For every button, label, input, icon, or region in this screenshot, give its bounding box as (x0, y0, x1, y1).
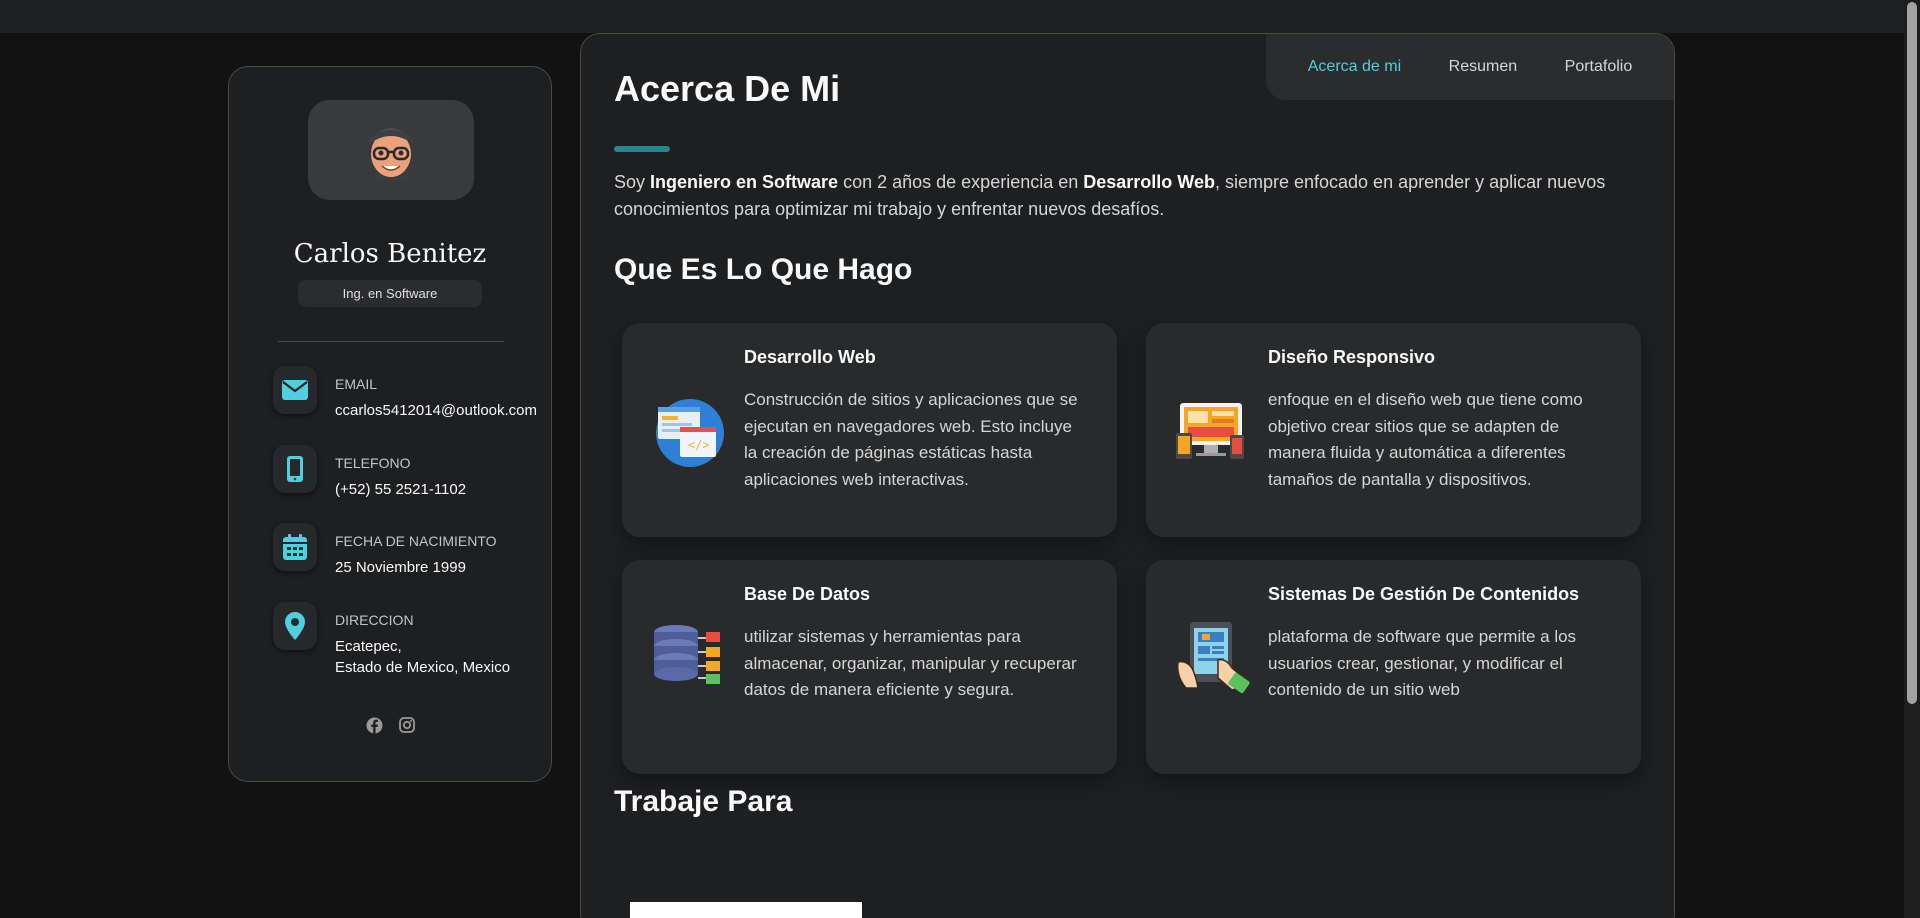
profile-role-badge: Ing. en Software (298, 280, 482, 307)
contact-email: EMAIL ccarlos5412014@outlook.com (273, 366, 553, 426)
service-description: utilizar sistemas y herramientas para al… (744, 627, 1077, 699)
profile-sidebar: Carlos Benitez Ing. en Software EMAIL cc… (228, 66, 552, 782)
service-title: Desarrollo Web (744, 347, 876, 367)
nav-resume[interactable]: Resumen (1449, 58, 1517, 76)
social-links (229, 717, 551, 739)
address-line-2: Estado de Mexico, Mexico (335, 659, 511, 676)
memoji-avatar-icon (369, 128, 413, 182)
birthdate-value: 25 Noviembre 1999 (335, 559, 466, 576)
about-text: Soy Ingeniero en Software con 2 años de … (614, 172, 1606, 219)
instagram-icon[interactable] (398, 717, 415, 739)
work-title: Trabaje Para (614, 785, 793, 818)
contact-address: DIRECCION Ecatepec, Estado de Mexico, Me… (273, 602, 553, 676)
scrollbar[interactable] (1904, 0, 1920, 918)
service-card: Diseño Responsivo enfoque en el diseño w… (1146, 323, 1641, 537)
page-title: Acerca De Mi (614, 68, 841, 109)
email-link[interactable]: ccarlos5412014@outlook.com (335, 400, 537, 421)
contact-label: EMAIL (335, 376, 378, 392)
services-title: Que Es Lo Que Hago (614, 253, 913, 286)
service-title: Base De Datos (744, 584, 871, 604)
sidebar-divider (278, 341, 504, 342)
nav-about[interactable]: Acerca de mi (1308, 58, 1401, 76)
title-accent-bar (614, 146, 670, 152)
service-card: </> Desarrollo Web Construcción de sitio… (622, 323, 1117, 537)
avatar (308, 100, 474, 200)
contact-label: TELEFONO (335, 455, 411, 471)
service-title: Diseño Responsivo (1268, 347, 1436, 367)
profile-name: Carlos Benitez (293, 239, 487, 269)
service-card: Sistemas De Gestión De Contenidos plataf… (1146, 560, 1641, 774)
contact-label: DIRECCION (335, 612, 414, 628)
browser-top-bar (0, 0, 1920, 33)
address-value: Ecatepec, Estado de Mexico, Mexico (335, 636, 510, 678)
service-description: plataforma de software que permite a los… (1268, 627, 1577, 699)
responsive-devices-icon (1174, 393, 1250, 469)
location-pin-icon (273, 602, 317, 650)
cms-tablet-icon (1174, 618, 1250, 694)
address-line-1: Ecatepec, (335, 638, 402, 655)
calendar-icon (273, 523, 317, 571)
service-description: Construcción de sitios y aplicaciones qu… (744, 390, 1078, 489)
service-card: Base De Datos utilizar sistemas y herram… (622, 560, 1117, 774)
facebook-icon[interactable] (366, 717, 383, 739)
svg-text:</>: </> (688, 438, 710, 452)
phone-icon (273, 445, 317, 493)
main-content: Acerca de mi Resumen Portafolio Acerca D… (580, 33, 1675, 918)
service-description: enfoque en el diseño web que tiene como … (1268, 390, 1583, 489)
database-icon (650, 620, 726, 696)
contact-birthdate: FECHA DE NACIMIENTO 25 Noviembre 1999 (273, 523, 553, 583)
nav-portfolio[interactable]: Portafolio (1565, 58, 1633, 76)
scrollbar-thumb[interactable] (1907, 2, 1917, 704)
phone-link[interactable]: (+52) 55 2521-1102 (335, 479, 466, 500)
service-title: Sistemas De Gestión De Contenidos (1268, 584, 1580, 604)
mail-icon (273, 366, 317, 414)
contact-phone: TELEFONO (+52) 55 2521-1102 (273, 445, 553, 505)
company-logo (630, 902, 862, 918)
contact-label: FECHA DE NACIMIENTO (335, 533, 497, 549)
web-development-icon: </> (650, 393, 726, 469)
top-navbar: Acerca de mi Resumen Portafolio (1266, 34, 1674, 100)
